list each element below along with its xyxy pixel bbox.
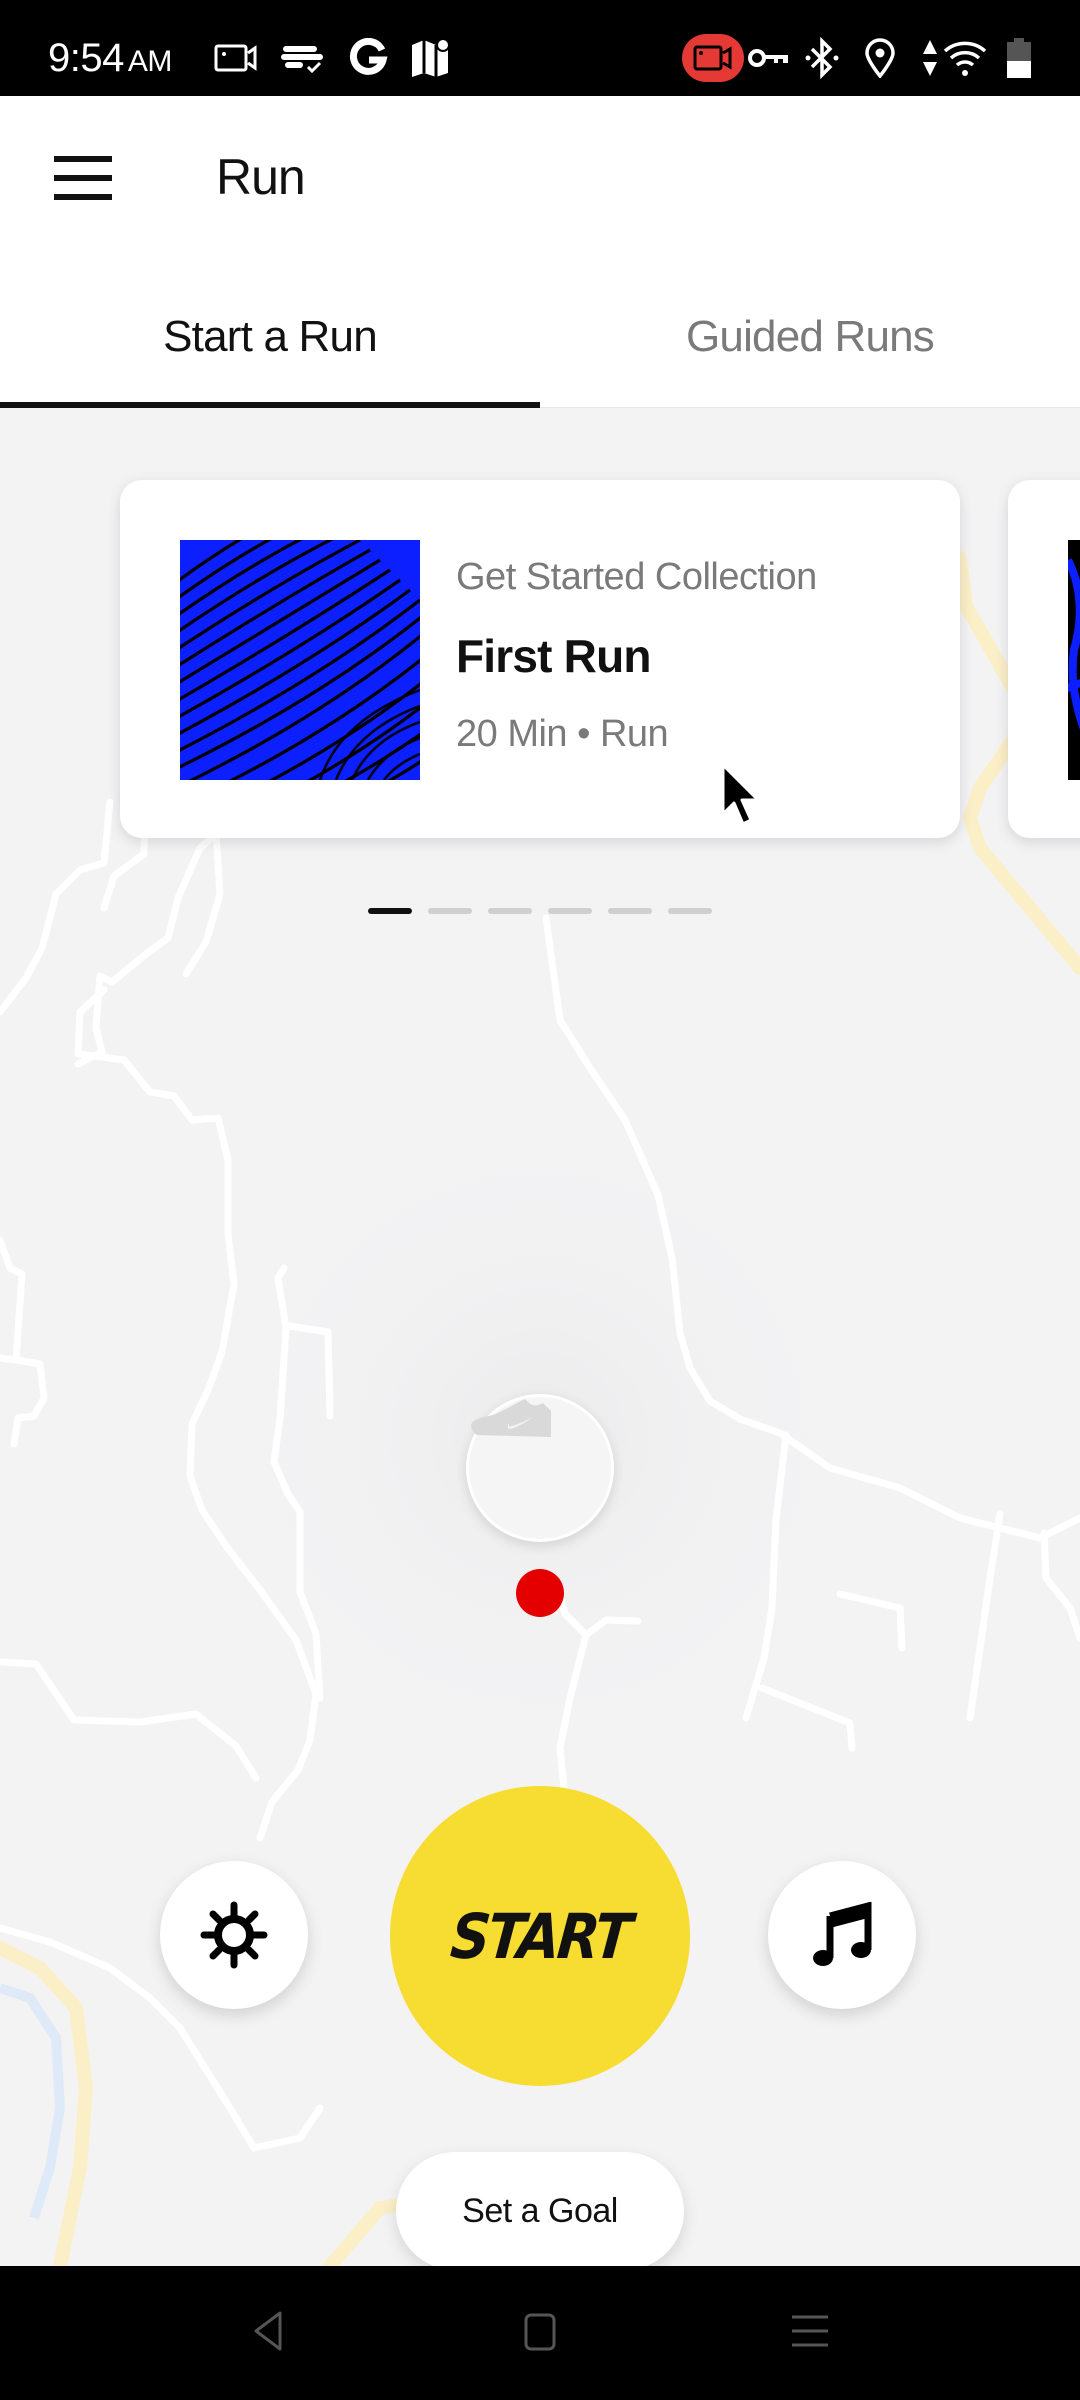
run-screen: Run Start a Run Guided Runs Get Started … [0,96,1080,2266]
start-label: START [447,1899,633,1973]
recents-icon[interactable] [770,2296,850,2366]
carousel-page-indicator [368,908,712,914]
mouse-cursor-icon [721,763,760,826]
gear-icon [200,1901,268,1969]
screen-record-icon [214,36,258,80]
page-dot[interactable] [488,908,532,914]
page-dot[interactable] [368,908,412,914]
page-dot[interactable] [608,908,652,914]
back-icon[interactable] [228,2296,308,2366]
card-artwork [180,540,420,780]
time-text: 9:54 [48,36,124,80]
recording-active-icon [682,34,744,82]
app-bar: Run [0,96,1080,266]
page-dot[interactable] [668,908,712,914]
start-run-button[interactable]: START [390,1786,690,2086]
status-time: 9:54 AM [48,36,172,81]
card-artwork-next [1068,540,1080,780]
card-title: First Run [456,630,651,682]
music-note-icon [813,1902,872,1966]
hamburger-menu-icon[interactable] [54,156,112,200]
set-goal-button[interactable]: Set a Goal [396,2152,684,2266]
location-icon [864,36,896,80]
vpn-key-icon [748,36,790,80]
page-dot[interactable] [548,908,592,914]
home-icon[interactable] [500,2296,580,2366]
tab-guided-runs[interactable]: Guided Runs [540,266,1080,408]
settings-button[interactable] [160,1861,308,2009]
music-button[interactable] [768,1861,916,2009]
cloud-check-icon [280,36,326,80]
bluetooth-icon [804,36,840,80]
status-bar: 9:54 AM [0,0,1080,96]
sneaker-icon [471,1399,551,1437]
maps-icon [410,36,456,80]
card-text: Get Started Collection First Run 20 Min … [456,556,817,756]
google-icon [348,36,388,80]
current-location-dot [516,1569,564,1617]
ampm-text: AM [127,45,173,78]
card-meta: 20 Min • Run [456,713,669,755]
guided-run-card[interactable]: Get Started Collection First Run 20 Min … [120,480,960,838]
page-dot[interactable] [428,908,472,914]
tab-indicator [0,402,540,408]
data-arrows-icon [922,36,938,80]
tab-start-a-run[interactable]: Start a Run [0,266,540,408]
battery-icon [1006,36,1032,80]
system-nav-bar [0,2266,1080,2400]
guided-run-card-next[interactable] [1008,480,1080,838]
card-collection: Get Started Collection [456,556,817,598]
tab-bar: Start a Run Guided Runs [0,266,1080,408]
wifi-icon [942,36,988,80]
shoe-tag-button[interactable] [466,1394,614,1542]
page-title: Run [216,149,306,205]
